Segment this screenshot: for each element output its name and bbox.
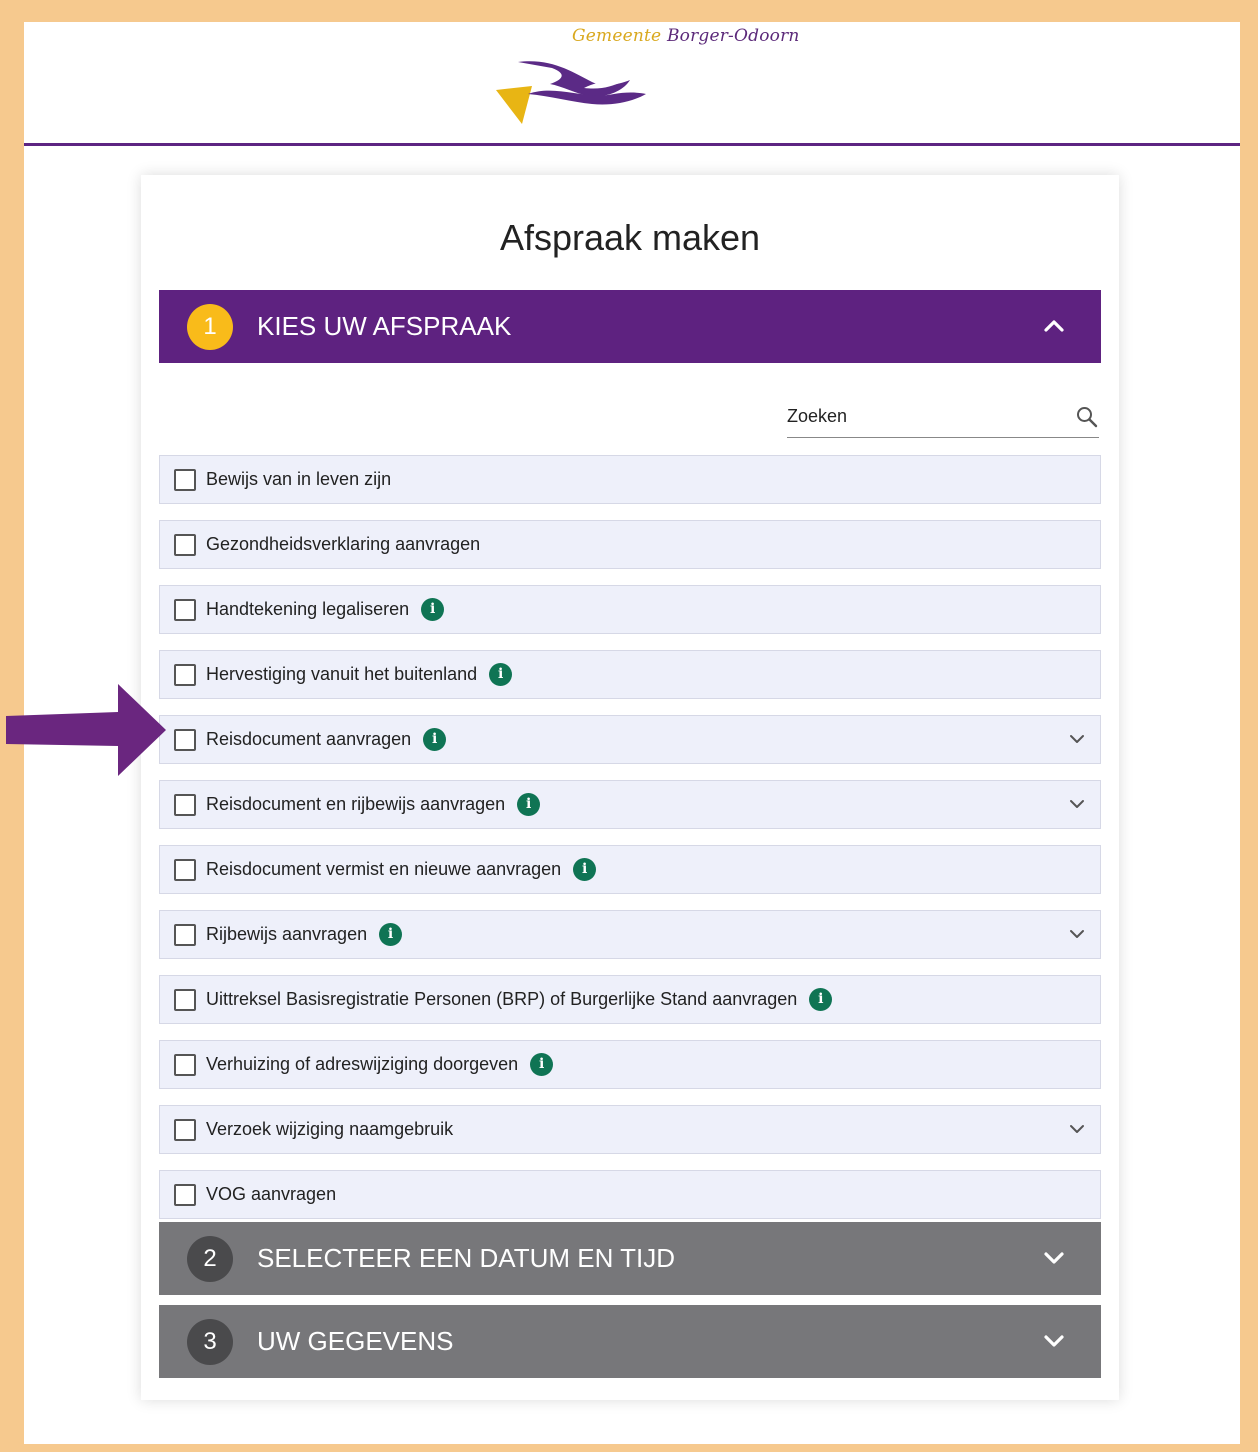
item-label: Reisdocument vermist en nieuwe aanvragen: [206, 859, 562, 879]
checkbox[interactable]: [174, 1054, 196, 1076]
step-2-header[interactable]: 2 SELECTEER EEN DATUM EN TIJD: [159, 1222, 1101, 1295]
item-label: Reisdocument en rijbewijs aanvragen: [206, 794, 506, 814]
appointment-item-rijbewijs-aanvragen[interactable]: Rijbewijs aanvragen i: [159, 910, 1101, 959]
info-icon[interactable]: i: [530, 1053, 554, 1076]
item-label: Rijbewijs aanvragen: [206, 924, 368, 944]
item-label: Verzoek wijziging naamgebruik: [206, 1119, 454, 1139]
appointment-item-uittreksel-brp[interactable]: Uittreksel Basisregistratie Personen (BR…: [159, 975, 1101, 1024]
search-field[interactable]: [787, 400, 1099, 438]
info-icon[interactable]: i: [421, 598, 445, 621]
appointment-item-reisdocument-en-rijbewijs[interactable]: Reisdocument en rijbewijs aanvragen i: [159, 780, 1101, 829]
chevron-down-icon[interactable]: [1068, 795, 1086, 813]
item-label: VOG aanvragen: [206, 1184, 337, 1204]
item-label: Uittreksel Basisregistratie Personen (BR…: [206, 989, 798, 1009]
checkbox[interactable]: [174, 599, 196, 621]
search-input[interactable]: [787, 402, 1057, 430]
appointment-card: Afspraak maken 1 KIES UW AFSPRAAK Bewijs…: [141, 175, 1119, 1400]
step-1-header[interactable]: 1 KIES UW AFSPRAAK: [159, 290, 1101, 363]
step-3-title: UW GEGEVENS: [257, 1326, 454, 1356]
header-divider: [24, 143, 1240, 146]
item-label: Handtekening legaliseren: [206, 599, 410, 619]
info-icon[interactable]: i: [489, 663, 513, 686]
step-2-title: SELECTEER EEN DATUM EN TIJD: [257, 1243, 675, 1273]
appointment-item-bewijs-van-in-leven-zijn[interactable]: Bewijs van in leven zijn: [159, 455, 1101, 504]
appointment-item-reisdocument-vermist[interactable]: Reisdocument vermist en nieuwe aanvragen…: [159, 845, 1101, 894]
chevron-down-icon[interactable]: [1068, 925, 1086, 943]
appointment-item-vog-aanvragen[interactable]: VOG aanvragen: [159, 1170, 1101, 1219]
info-icon[interactable]: i: [573, 858, 597, 881]
appointment-item-handtekening-legaliseren[interactable]: Handtekening legaliseren i: [159, 585, 1101, 634]
item-label: Reisdocument aanvragen: [206, 729, 412, 749]
step-1-title: KIES UW AFSPRAAK: [257, 311, 512, 341]
checkbox[interactable]: [174, 729, 196, 751]
appointment-item-verhuizing[interactable]: Verhuizing of adreswijziging doorgeven i: [159, 1040, 1101, 1089]
item-label: Bewijs van in leven zijn: [206, 469, 392, 489]
municipality-name: Gemeente Borger-Odoorn: [572, 26, 800, 46]
step-1-badge: 1: [187, 304, 233, 350]
appointment-item-hervestiging[interactable]: Hervestiging vanuit het buitenland i: [159, 650, 1101, 699]
brand-prefix: Gemeente: [572, 26, 662, 46]
item-label: Verhuizing of adreswijziging doorgeven: [206, 1054, 519, 1074]
chevron-down-icon[interactable]: [1041, 1328, 1067, 1354]
checkbox[interactable]: [174, 1184, 196, 1206]
pointer-arrow-icon: [6, 684, 166, 776]
page-frame: Gemeente Borger-Odoorn Afspraak maken 1 …: [24, 22, 1240, 1444]
page-title: Afspraak maken: [499, 217, 761, 258]
step-3-badge: 3: [187, 1319, 233, 1365]
checkbox[interactable]: [174, 989, 196, 1011]
search-icon[interactable]: [1075, 405, 1099, 429]
chevron-up-icon[interactable]: [1041, 313, 1067, 339]
municipality-logo[interactable]: [492, 54, 652, 126]
appointment-item-reisdocument-aanvragen[interactable]: Reisdocument aanvragen i: [159, 715, 1101, 764]
step-3-header[interactable]: 3 UW GEGEVENS: [159, 1305, 1101, 1378]
checkbox[interactable]: [174, 859, 196, 881]
checkbox[interactable]: [174, 469, 196, 491]
checkbox[interactable]: [174, 1119, 196, 1141]
info-icon[interactable]: i: [517, 793, 541, 816]
info-icon[interactable]: i: [809, 988, 833, 1011]
checkbox[interactable]: [174, 534, 196, 556]
chevron-down-icon[interactable]: [1068, 1120, 1086, 1138]
step-2-badge: 2: [187, 1236, 233, 1282]
chevron-down-icon[interactable]: [1068, 730, 1086, 748]
checkbox[interactable]: [174, 664, 196, 686]
appointment-list: Bewijs van in leven zijn Gezondheidsverk…: [159, 455, 1101, 1235]
site-header: Gemeente Borger-Odoorn: [24, 22, 1240, 143]
brand-name: Borger-Odoorn: [666, 26, 800, 46]
checkbox[interactable]: [174, 924, 196, 946]
info-icon[interactable]: i: [379, 923, 403, 946]
checkbox[interactable]: [174, 794, 196, 816]
item-label: Hervestiging vanuit het buitenland: [206, 664, 478, 684]
chevron-down-icon[interactable]: [1041, 1245, 1067, 1271]
info-icon[interactable]: i: [423, 728, 447, 751]
item-label: Gezondheidsverklaring aanvragen: [206, 534, 481, 554]
appointment-item-verzoek-wijziging-naamgebruik[interactable]: Verzoek wijziging naamgebruik: [159, 1105, 1101, 1154]
appointment-item-gezondheidsverklaring[interactable]: Gezondheidsverklaring aanvragen: [159, 520, 1101, 569]
